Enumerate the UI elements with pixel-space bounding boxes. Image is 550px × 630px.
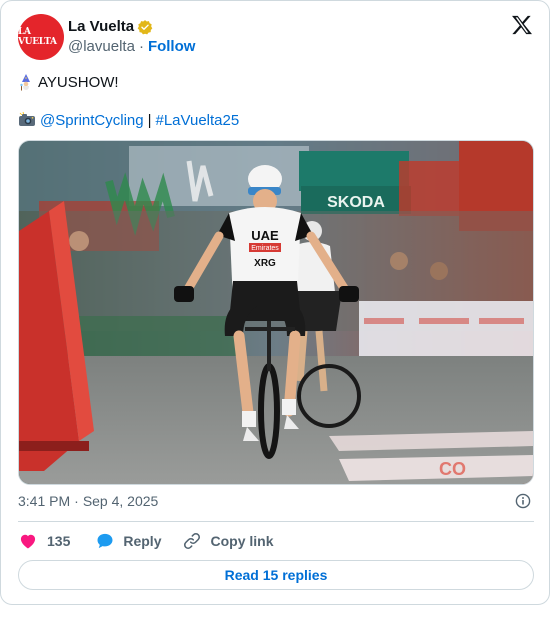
text-separator: | [147, 111, 152, 129]
speech-bubble-icon [97, 533, 113, 549]
read-replies-button[interactable]: Read 15 replies [18, 560, 534, 590]
follow-button[interactable]: Follow [148, 38, 196, 55]
post-text-line2: @SprintCycling | #LaVuelta25 [18, 111, 239, 129]
info-icon[interactable] [515, 493, 531, 509]
jersey-text-line2: Emirates [251, 245, 279, 252]
jersey-text-line3: XRG [254, 258, 276, 269]
author-handle[interactable]: @lavuelta [68, 38, 135, 55]
x-logo-icon[interactable] [511, 15, 533, 35]
copy-link-label: Copy link [210, 533, 274, 549]
camera-emoji-icon [19, 111, 35, 126]
author-handle-row: @lavuelta · Follow [68, 38, 195, 55]
banner-text: SKODA [327, 194, 385, 211]
avatar-logo-text: LA VUELTA [18, 27, 57, 47]
reply-label: Reply [123, 533, 162, 549]
embedded-post-card: LA VUELTA La Vuelta @lavuelta · Follow A… [0, 0, 550, 605]
link-icon [184, 533, 201, 549]
road-marking-text: CO [439, 459, 466, 479]
timestamp-separator: · [74, 493, 79, 509]
wizard-emoji-icon [20, 74, 30, 91]
like-button[interactable]: 135 [18, 531, 70, 551]
hashtag-link[interactable]: #LaVuelta25 [156, 112, 240, 129]
handle-separator: · [138, 38, 144, 55]
jersey-text-line1: UAE [251, 228, 279, 243]
post-timestamp[interactable]: 3:41 PM · Sep 4, 2025 [18, 493, 158, 509]
post-text-line1: AYUSHOW! [18, 73, 119, 91]
post-date: Sep 4, 2025 [82, 493, 159, 509]
read-replies-label: Read 15 replies [224, 567, 328, 583]
author-name[interactable]: La Vuelta [68, 18, 134, 35]
verified-badge-icon [137, 19, 153, 34]
copy-link-button[interactable]: Copy link [182, 531, 274, 551]
divider [18, 521, 534, 522]
action-bar: 135 Reply Copy link [18, 530, 274, 552]
reply-button[interactable]: Reply [95, 531, 161, 551]
post-time: 3:41 PM [18, 493, 71, 509]
heart-icon [20, 534, 36, 549]
avatar[interactable]: LA VUELTA [18, 14, 64, 60]
author-name-row: La Vuelta [68, 18, 153, 35]
post-photo[interactable]: SKODA CO UAE Emirates XRG [18, 140, 534, 485]
cyclist-photo-illustration: SKODA CO UAE Emirates XRG [19, 141, 533, 484]
post-headline: AYUSHOW! [38, 73, 119, 91]
like-count: 135 [47, 533, 71, 549]
mention-link[interactable]: @SprintCycling [40, 112, 144, 129]
